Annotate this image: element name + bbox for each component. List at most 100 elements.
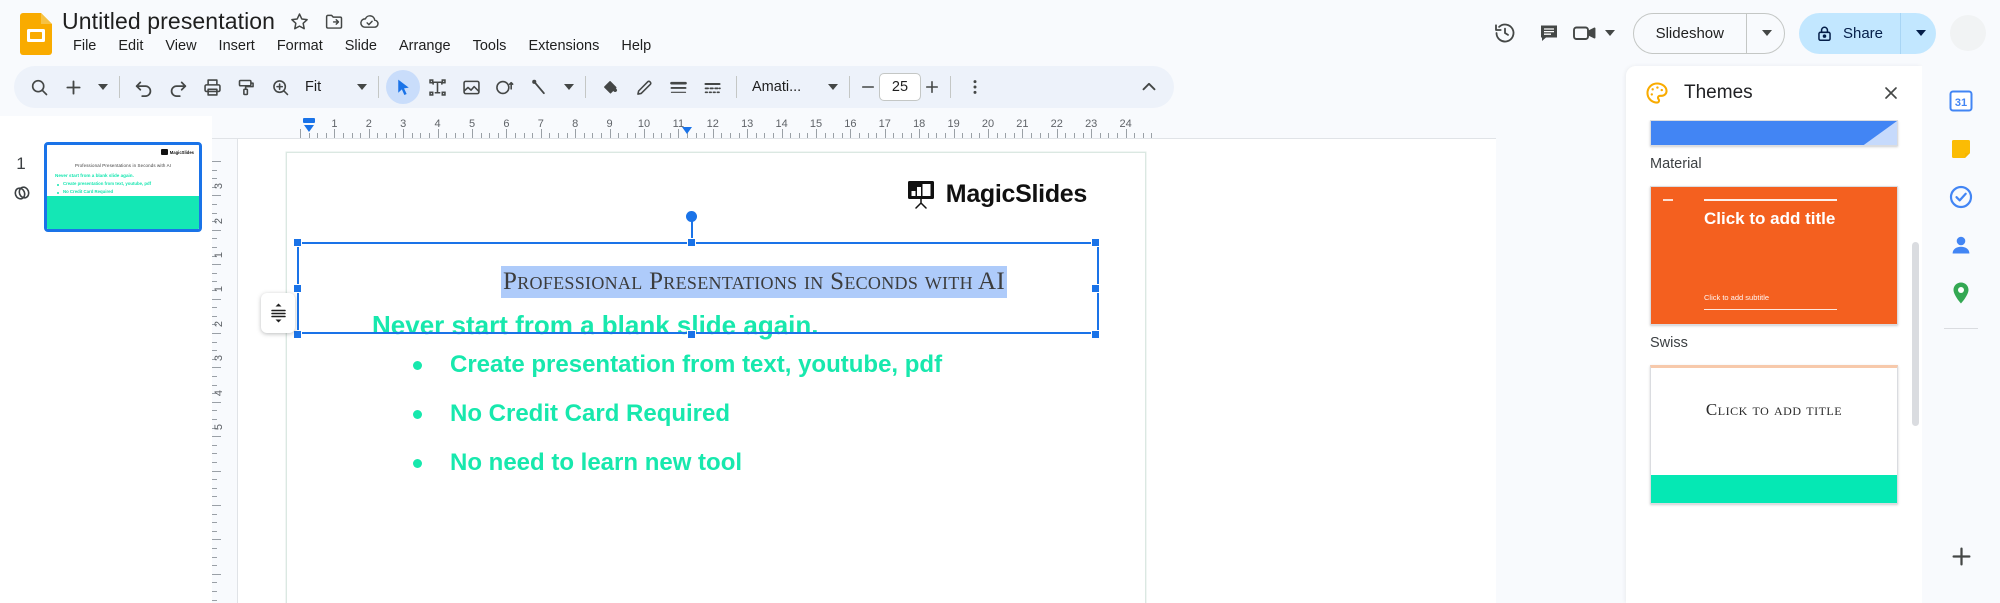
- fill-color-button[interactable]: [593, 70, 627, 104]
- text-box-selection-frame[interactable]: [297, 242, 1099, 334]
- themes-panel-scrollbar[interactable]: [1912, 242, 1919, 426]
- indent-marker[interactable]: [680, 125, 694, 143]
- slide-canvas[interactable]: MagicSlides Professional Presentations i…: [261, 152, 1146, 603]
- resize-handle-top-center[interactable]: [687, 238, 696, 247]
- border-color-button[interactable]: [627, 70, 661, 104]
- theme-card-swiss[interactable]: Click to add title Click to add subtitle: [1650, 186, 1898, 325]
- more-options-icon: [973, 80, 977, 94]
- shape-button[interactable]: [488, 70, 522, 104]
- slide-thumbnail-1[interactable]: MagicSlides Professional Presentations i…: [44, 142, 202, 232]
- ruler-tick: [480, 133, 482, 138]
- list-item[interactable]: No Credit Card Required: [379, 400, 1109, 428]
- undo-button[interactable]: [127, 70, 161, 104]
- slide-logo: MagicSlides: [906, 179, 1087, 209]
- print-button[interactable]: [195, 70, 229, 104]
- menu-item-arrange[interactable]: Arrange: [388, 36, 462, 56]
- slides-doc-icon[interactable]: [20, 13, 52, 55]
- zoom-button[interactable]: [263, 70, 297, 104]
- ruler-tick: [437, 129, 439, 138]
- theme-preview-subtitle: Click to add subtitle: [1704, 293, 1770, 302]
- themes-list[interactable]: Material Click to add title Click to add…: [1626, 120, 1922, 603]
- increase-font-size-button[interactable]: [921, 70, 943, 104]
- contacts-button[interactable]: [1940, 224, 1982, 266]
- version-history-button[interactable]: [1483, 11, 1527, 55]
- resize-handle-top-right[interactable]: [1091, 238, 1100, 247]
- line-dropdown[interactable]: [556, 70, 578, 104]
- line-dash-button[interactable]: [695, 70, 729, 104]
- new-slide-dropdown[interactable]: [90, 70, 112, 104]
- search-button[interactable]: [22, 70, 56, 104]
- menu-item-help[interactable]: Help: [610, 36, 662, 56]
- menu-item-tools[interactable]: Tools: [462, 36, 518, 56]
- collapse-toolbar-button[interactable]: [1132, 70, 1166, 104]
- cloud-saved-icon[interactable]: [359, 11, 380, 32]
- horizontal-ruler[interactable]: 1 2 3 4 5 6 7 8 9 10 11 12 13 14 15 16 17 18 19 20 21 22 23 24: [212, 116, 1496, 139]
- decrease-font-size-button[interactable]: [857, 70, 879, 104]
- theme-card-next[interactable]: Click to add title: [1650, 365, 1898, 504]
- tasks-button[interactable]: [1940, 176, 1982, 218]
- menu-item-edit[interactable]: Edit: [107, 36, 154, 56]
- line-weight-button[interactable]: [661, 70, 695, 104]
- resize-handle-top-left[interactable]: [293, 238, 302, 247]
- linked-slide-icon[interactable]: [10, 180, 36, 206]
- redo-button[interactable]: [161, 70, 195, 104]
- more-options-button[interactable]: [958, 70, 992, 104]
- calendar-button[interactable]: 31: [1940, 80, 1982, 122]
- zoom-level-select[interactable]: Fit: [297, 70, 371, 104]
- ruler-tick: [1134, 133, 1136, 138]
- ruler-tick: [212, 247, 217, 248]
- resize-handle-bottom-right[interactable]: [1091, 330, 1100, 339]
- line-spacing-control[interactable]: [261, 293, 295, 333]
- tasks-icon: [1949, 185, 1973, 209]
- share-dropdown-button[interactable]: [1900, 12, 1936, 54]
- list-item[interactable]: No need to learn new tool: [379, 449, 1109, 477]
- comment-button[interactable]: [1527, 11, 1571, 55]
- resize-handle-bottom-left[interactable]: [293, 330, 302, 339]
- ruler-tick: [394, 133, 396, 138]
- ruler-label: 1: [213, 286, 226, 293]
- paint-format-button[interactable]: [229, 70, 263, 104]
- select-tool-button[interactable]: [386, 70, 420, 104]
- undo-icon: [135, 81, 152, 98]
- font-size-input[interactable]: 25: [879, 73, 921, 101]
- font-family-select[interactable]: Amati...: [744, 70, 842, 104]
- menu-item-format[interactable]: Format: [266, 36, 334, 56]
- move-to-folder-icon[interactable]: [324, 11, 345, 32]
- share-button[interactable]: Share: [1799, 13, 1900, 54]
- add-addon-button[interactable]: [1940, 535, 1982, 577]
- ruler-tick: [212, 212, 217, 214]
- theme-card-material[interactable]: [1650, 120, 1898, 146]
- insert-image-button[interactable]: [454, 70, 488, 104]
- meet-button[interactable]: [1571, 21, 1619, 45]
- slide-filmstrip: 1 MagicSlides Professional Presentations…: [0, 116, 212, 603]
- slideshow-button[interactable]: Slideshow: [1634, 14, 1746, 53]
- keep-button[interactable]: [1940, 128, 1982, 170]
- resize-handle-middle-right[interactable]: [1091, 284, 1100, 293]
- menu-item-slide[interactable]: Slide: [334, 36, 388, 56]
- line-button[interactable]: [522, 70, 556, 104]
- ruler-tick: [212, 315, 217, 317]
- ruler-tick: [764, 133, 766, 138]
- document-title[interactable]: Untitled presentation: [62, 8, 275, 35]
- menu-item-insert[interactable]: Insert: [208, 36, 266, 56]
- avatar[interactable]: [1950, 15, 1986, 51]
- close-themes-panel-button[interactable]: [1878, 80, 1904, 106]
- ruler-tick: [212, 556, 217, 558]
- menu-item-file[interactable]: File: [62, 36, 107, 56]
- maps-button[interactable]: [1940, 272, 1982, 314]
- rotation-handle[interactable]: [686, 211, 697, 222]
- slideshow-dropdown-button[interactable]: [1745, 13, 1784, 53]
- star-icon[interactable]: [289, 11, 310, 32]
- text-box-button[interactable]: [420, 70, 454, 104]
- resize-handle-bottom-center[interactable]: [687, 330, 696, 339]
- vertical-ruler[interactable]: 3 2 1 1 2 3 4 5: [212, 139, 238, 603]
- menu-item-view[interactable]: View: [154, 36, 207, 56]
- indent-marker[interactable]: [301, 118, 317, 142]
- thumbnail-logo-text: MagicSlides: [169, 149, 194, 155]
- ruler-label: 10: [637, 118, 651, 130]
- menu-item-extensions[interactable]: Extensions: [517, 36, 610, 56]
- resize-handle-middle-left[interactable]: [293, 284, 302, 293]
- ruler-tick: [386, 133, 387, 138]
- list-item[interactable]: Create presentation from text, youtube, …: [379, 351, 1109, 379]
- new-slide-button[interactable]: [56, 70, 90, 104]
